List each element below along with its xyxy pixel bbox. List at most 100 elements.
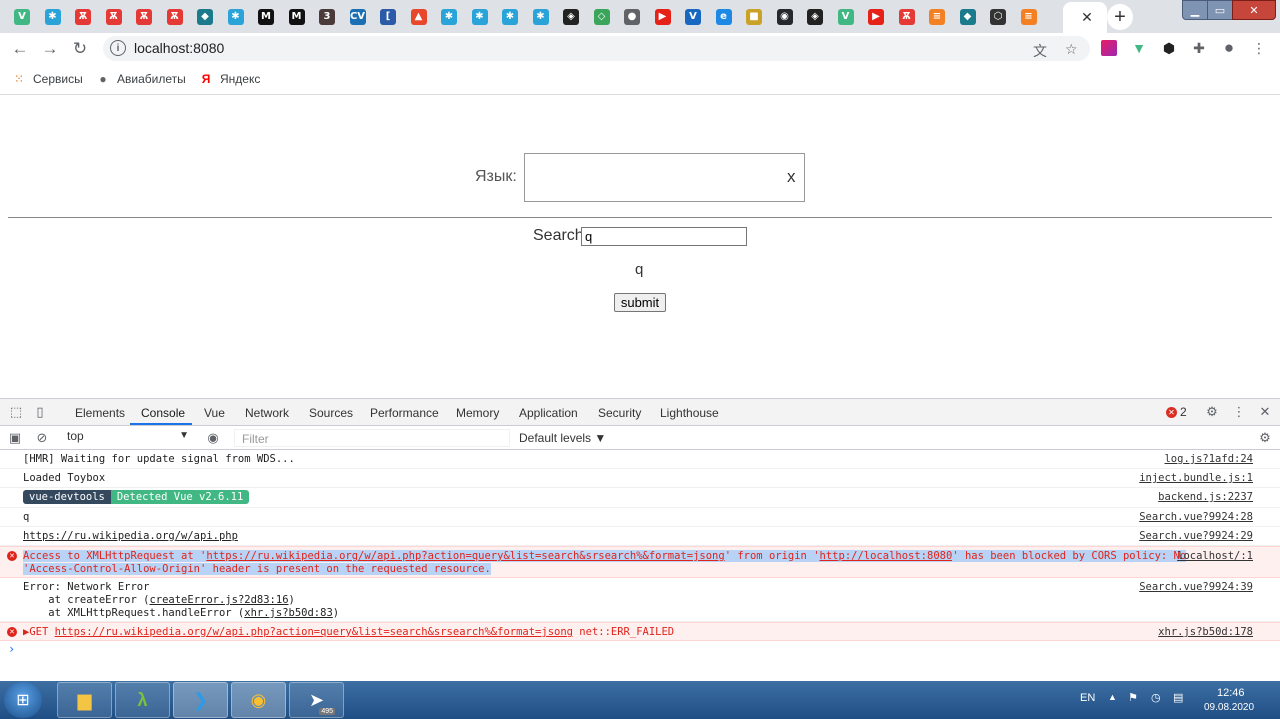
browser-tab[interactable]: V [679, 3, 707, 31]
stack-link[interactable]: xhr.js?b50d:83 [244, 607, 333, 619]
clock-time[interactable]: 12:46 [1217, 687, 1245, 699]
browser-tab[interactable]: ≡ [1015, 3, 1043, 31]
browser-tab[interactable]: ✱ [527, 3, 555, 31]
log-source-link[interactable]: backend.js:2237 [1158, 491, 1253, 503]
log-source-link[interactable]: Search.vue?9924:28 [1139, 511, 1253, 523]
inspect-icon[interactable]: ⬚ [8, 404, 24, 420]
vue-devtools-icon[interactable]: ▼ [1131, 40, 1147, 56]
lambda-app-icon[interactable]: λ [115, 682, 170, 718]
browser-tab[interactable]: Ѫ [893, 3, 921, 31]
tray-expand-icon[interactable]: ▲ [1108, 692, 1117, 702]
clear-language-button[interactable]: x [787, 167, 796, 187]
clock-tray-icon[interactable]: ◷ [1151, 691, 1161, 704]
back-arrow-icon[interactable]: ← [10, 39, 30, 59]
browser-tab[interactable]: ≡ [923, 3, 951, 31]
browser-tab[interactable]: ✱ [222, 3, 250, 31]
star-icon[interactable]: ☆ [1065, 41, 1078, 58]
explorer-icon[interactable]: ▆ [57, 682, 112, 718]
new-tab-button[interactable]: + [1107, 4, 1133, 30]
address-bar[interactable]: i localhost:8080 ⽂ ☆ [103, 36, 1090, 61]
browser-tab[interactable]: [ [374, 3, 402, 31]
browser-tab[interactable]: M [252, 3, 280, 31]
console-settings-icon[interactable]: ⚙ [1257, 430, 1273, 446]
start-button[interactable]: ⊞ [4, 682, 42, 718]
browser-tab[interactable]: e [710, 3, 738, 31]
browser-tab[interactable]: ▶ [862, 3, 890, 31]
browser-tab[interactable]: ■ [740, 3, 768, 31]
context-select[interactable]: top ▼ [61, 429, 195, 446]
tab-security[interactable]: Security [598, 406, 641, 420]
sidebar-toggle-icon[interactable]: ▣ [7, 430, 23, 446]
browser-tab[interactable]: M [283, 3, 311, 31]
hexagon-extension-icon[interactable]: ⬢ [1161, 40, 1177, 56]
get-url-link[interactable]: https://ru.wikipedia.org/w/api.php?actio… [55, 626, 573, 638]
translate-icon[interactable]: ⽂ [1033, 41, 1047, 61]
log-source-link[interactable]: Search.vue?9924:39 [1139, 581, 1253, 593]
error-counter[interactable]: ✕ 2 [1166, 405, 1187, 419]
clear-console-icon[interactable]: ⊘ [34, 430, 50, 446]
close-devtools-icon[interactable]: ✕ [1257, 404, 1273, 420]
browser-tab[interactable]: V [8, 3, 36, 31]
browser-tab[interactable]: ✱ [39, 3, 67, 31]
log-link[interactable]: https://ru.wikipedia.org/w/api.php [23, 530, 238, 542]
vscode-icon[interactable]: ❯ [173, 682, 228, 718]
input-language[interactable]: EN [1080, 692, 1095, 704]
console-prompt[interactable]: › [8, 642, 15, 656]
browser-tab[interactable]: ◈ [801, 3, 829, 31]
browser-tab[interactable]: ▲ [405, 3, 433, 31]
telegram-icon[interactable]: ➤ 495 [289, 682, 344, 718]
eye-icon[interactable]: ◉ [205, 430, 221, 446]
console-filter-input[interactable]: Filter [234, 429, 510, 447]
profile-icon[interactable]: ● [1221, 38, 1237, 57]
browser-tab[interactable]: ⬡ [984, 3, 1012, 31]
forward-arrow-icon[interactable]: → [40, 39, 60, 59]
tab-performance[interactable]: Performance [370, 406, 439, 420]
tab-network[interactable]: Network [245, 406, 289, 420]
browser-tab[interactable]: Ѫ [130, 3, 158, 31]
tab-console[interactable]: Console [141, 406, 185, 420]
flag-icon[interactable]: ⚑ [1128, 691, 1138, 704]
browser-tab[interactable]: 3 [313, 3, 341, 31]
clock-date[interactable]: 09.08.2020 [1204, 702, 1254, 713]
browser-tab[interactable]: ◇ [588, 3, 616, 31]
tab-memory[interactable]: Memory [456, 406, 499, 420]
browser-tab[interactable]: CV [344, 3, 372, 31]
browser-tab[interactable]: ✱ [496, 3, 524, 31]
browser-tab[interactable]: ◉ [771, 3, 799, 31]
settings-gear-icon[interactable]: ⚙ [1204, 404, 1220, 420]
chrome-icon[interactable]: ◉ [231, 682, 286, 718]
network-icon[interactable]: ▤ [1173, 691, 1183, 704]
browser-tab[interactable]: ✱ [466, 3, 494, 31]
browser-tab[interactable]: V [832, 3, 860, 31]
cors-url-link[interactable]: https://ru.wikipedia.org/w/api.php?actio… [206, 550, 725, 562]
origin-link[interactable]: http://localhost:8080 [819, 550, 953, 562]
maximize-button[interactable]: ▭ [1207, 0, 1233, 20]
stack-link[interactable]: createError.js?2d83:16 [149, 594, 288, 606]
log-source-link[interactable]: xhr.js?b50d:178 [1158, 626, 1253, 638]
log-source-link[interactable]: log.js?1afd:24 [1164, 453, 1253, 465]
device-toggle-icon[interactable]: ▯ [32, 404, 48, 420]
tab-lighthouse[interactable]: Lighthouse [660, 406, 719, 420]
close-icon[interactable]: ✕ [1081, 9, 1093, 26]
info-icon[interactable]: i [110, 40, 126, 56]
get-error-row[interactable]: ✕ ▶GET https://ru.wikipedia.org/w/api.ph… [0, 622, 1280, 641]
browser-tab[interactable]: ▶ [649, 3, 677, 31]
active-tab[interactable]: ✕ [1063, 2, 1107, 33]
browser-tab[interactable]: Ѫ [161, 3, 189, 31]
language-select[interactable] [524, 153, 805, 202]
puzzle-icon[interactable]: ✚ [1191, 40, 1207, 56]
log-source-link[interactable]: inject.bundle.js:1 [1139, 472, 1253, 484]
browser-tab[interactable]: ◆ [954, 3, 982, 31]
tab-application[interactable]: Application [519, 406, 578, 420]
browser-tab[interactable]: ● [618, 3, 646, 31]
tab-sources[interactable]: Sources [309, 406, 353, 420]
log-levels-dropdown[interactable]: Default levels ▼ [519, 431, 606, 445]
bookmark-yandex[interactable]: Я Яндекс [199, 72, 261, 86]
reload-icon[interactable]: ↻ [70, 39, 90, 59]
browser-tab[interactable]: ◆ [191, 3, 219, 31]
tab-vue[interactable]: Vue [204, 406, 225, 420]
browser-tab[interactable]: Ѫ [100, 3, 128, 31]
bookmark-services[interactable]: ⁙ Сервисы [12, 72, 83, 86]
tab-elements[interactable]: Elements [75, 406, 125, 420]
browser-tab[interactable]: Ѫ [69, 3, 97, 31]
